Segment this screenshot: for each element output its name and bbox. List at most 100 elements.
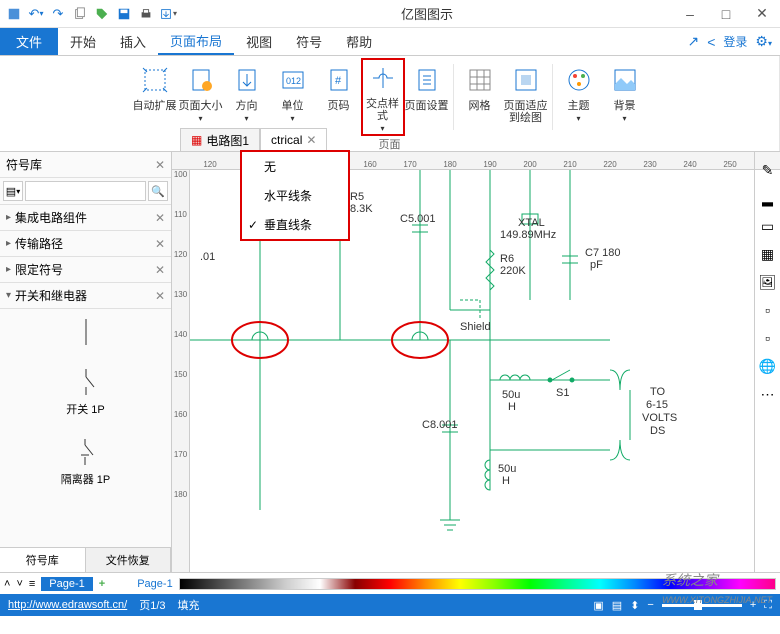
- pagenum-icon: #: [323, 64, 355, 96]
- tab-pagelayout[interactable]: 页面布局: [158, 28, 234, 55]
- qat-undo[interactable]: ↶▾: [26, 4, 46, 24]
- qat-app-icon[interactable]: [4, 4, 24, 24]
- sb-section-switch[interactable]: ▾开关和继电器✕: [0, 283, 171, 309]
- login-link[interactable]: 登录: [723, 33, 747, 50]
- svg-text:Shield: Shield: [460, 321, 491, 333]
- page-nav-up[interactable]: ˄: [4, 578, 10, 590]
- qat-print[interactable]: [136, 4, 156, 24]
- ribbon-orient-button[interactable]: 方向▾: [225, 60, 269, 134]
- tab-symbol[interactable]: 符号: [284, 28, 334, 55]
- dd-horizontal[interactable]: 水平线条: [242, 181, 348, 210]
- doc-tab-2[interactable]: ctrical✕: [260, 128, 327, 151]
- tab-start[interactable]: 开始: [58, 28, 108, 55]
- close-button[interactable]: ✕: [744, 2, 780, 26]
- svg-text:#: #: [335, 75, 342, 87]
- status-page: 页1/3: [139, 597, 165, 613]
- ribbon-pagesetup-button[interactable]: 页面设置: [405, 60, 449, 134]
- zoom-in[interactable]: +: [750, 599, 756, 611]
- share-icon[interactable]: <: [707, 34, 715, 50]
- ribbon-theme-button[interactable]: 主题▾: [557, 60, 601, 134]
- rt-page-icon[interactable]: ▫: [758, 300, 778, 320]
- rt-page2-icon[interactable]: ▫: [758, 328, 778, 348]
- app-title: 亿图图示: [182, 4, 672, 23]
- qat-redo[interactable]: ↷: [48, 4, 68, 24]
- sb-section-trans[interactable]: ▸传输路径✕: [0, 231, 171, 257]
- svg-text:S1: S1: [556, 387, 569, 399]
- page-tab-1[interactable]: Page-1: [41, 577, 92, 591]
- max-button[interactable]: □: [708, 2, 744, 26]
- ribbon-grid-button[interactable]: 网格: [458, 60, 502, 134]
- right-toolbar: ✎ ▂ ▭ ▦ 🖼 ▫ ▫ 🌐 ⋯: [754, 152, 780, 572]
- titlebar: ↶▾ ↷ ▾ 亿图图示 – □ ✕: [0, 0, 780, 28]
- ribbon-expand-button[interactable]: 自动扩展: [133, 60, 177, 134]
- rt-shape-icon[interactable]: ▭: [758, 216, 778, 236]
- svg-text:VOLTS: VOLTS: [642, 412, 677, 424]
- doc-tab-1[interactable]: ▦电路图1: [180, 128, 260, 151]
- sidebar-close-icon[interactable]: ✕: [155, 158, 165, 172]
- sb-btab-lib[interactable]: 符号库: [0, 548, 86, 572]
- page-nav-down[interactable]: ˅: [16, 578, 22, 590]
- ribbon-size-button[interactable]: 页面大小▾: [179, 60, 223, 134]
- qat-copy[interactable]: [70, 4, 90, 24]
- svg-text:50u: 50u: [502, 389, 520, 401]
- rt-brush-icon[interactable]: ✎: [758, 160, 778, 180]
- theme-icon: [563, 64, 595, 96]
- svg-text:149.89MHz: 149.89MHz: [500, 229, 556, 241]
- zoom-slider[interactable]: [662, 604, 742, 607]
- search-button[interactable]: 🔍: [148, 181, 168, 201]
- pagesetup-icon: [411, 64, 443, 96]
- dd-vertical[interactable]: ✓垂直线条: [242, 210, 348, 239]
- share-out-icon[interactable]: ↗: [687, 33, 699, 50]
- svg-text:DS: DS: [650, 425, 665, 437]
- rt-layers-icon[interactable]: ▦: [758, 244, 778, 264]
- sb-section-ic[interactable]: ▸集成电路组件✕: [0, 205, 171, 231]
- ribbon-fit-button[interactable]: 页面适应到绘图: [504, 60, 548, 134]
- tab-view[interactable]: 视图: [234, 28, 284, 55]
- color-palette[interactable]: [179, 578, 776, 590]
- rt-image-icon[interactable]: 🖼: [758, 272, 778, 292]
- ribbon-pagenum-button[interactable]: #页码: [317, 60, 361, 134]
- rt-highlight-icon[interactable]: ▂: [758, 188, 778, 208]
- check-icon: ✓: [248, 218, 258, 232]
- status-url[interactable]: http://www.edrawsoft.cn/: [8, 599, 127, 611]
- main: 符号库 ✕ ▤▾ 🔍 ▸集成电路组件✕ ▸传输路径✕ ▸限定符号✕ ▾开关和继电…: [0, 152, 780, 572]
- sb-section-limit[interactable]: ▸限定符号✕: [0, 257, 171, 283]
- view-mode-2[interactable]: ▤: [612, 599, 622, 612]
- ribbon-cross-button[interactable]: 交点样式▾: [361, 58, 405, 136]
- qat-tag[interactable]: [92, 4, 112, 24]
- view-mode-1[interactable]: ▣: [593, 599, 603, 612]
- bg-icon: [609, 64, 641, 96]
- dd-none[interactable]: 无: [242, 152, 348, 181]
- status-fill: 填充: [178, 597, 200, 613]
- file-tab[interactable]: 文件: [0, 28, 58, 55]
- tab-help[interactable]: 帮助: [334, 28, 384, 55]
- rt-globe-icon[interactable]: 🌐: [758, 356, 778, 376]
- sb-btab-recover[interactable]: 文件恢复: [86, 548, 172, 572]
- quick-access-toolbar: ↶▾ ↷ ▾: [0, 2, 182, 26]
- page-list-icon[interactable]: ≡: [29, 578, 35, 590]
- svg-text:H: H: [508, 401, 516, 413]
- view-mode-3[interactable]: ⬍: [630, 599, 639, 612]
- sidebar-search: ▤▾ 🔍: [0, 178, 171, 205]
- lib-button[interactable]: ▤▾: [3, 181, 23, 201]
- tab-insert[interactable]: 插入: [108, 28, 158, 55]
- grid-icon: [464, 64, 496, 96]
- symbol-switch-short[interactable]: [66, 317, 106, 347]
- search-input[interactable]: [25, 181, 146, 201]
- ribbon-unit-button[interactable]: 012单位▾: [271, 60, 315, 134]
- close-tab-icon[interactable]: ✕: [306, 133, 316, 147]
- zoom-fit[interactable]: ⛶: [764, 599, 772, 612]
- settings-icon[interactable]: ⚙▾: [755, 33, 772, 50]
- v-ruler: 100110120130140150160170180: [172, 170, 190, 572]
- min-button[interactable]: –: [672, 2, 708, 26]
- rt-more-icon[interactable]: ⋯: [758, 384, 778, 404]
- qat-save[interactable]: [114, 4, 134, 24]
- qat-export[interactable]: ▾: [158, 4, 178, 24]
- ribbon-bg-button[interactable]: 背景▾: [603, 60, 647, 134]
- symbol-isolator-1p[interactable]: 隔离器 1P: [61, 437, 111, 487]
- symbol-switch-1p[interactable]: 开关 1P: [66, 367, 106, 417]
- add-page-button[interactable]: +: [99, 578, 105, 590]
- svg-text:TO: TO: [650, 386, 666, 398]
- zoom-out[interactable]: −: [647, 599, 653, 611]
- svg-text:R6: R6: [500, 253, 514, 265]
